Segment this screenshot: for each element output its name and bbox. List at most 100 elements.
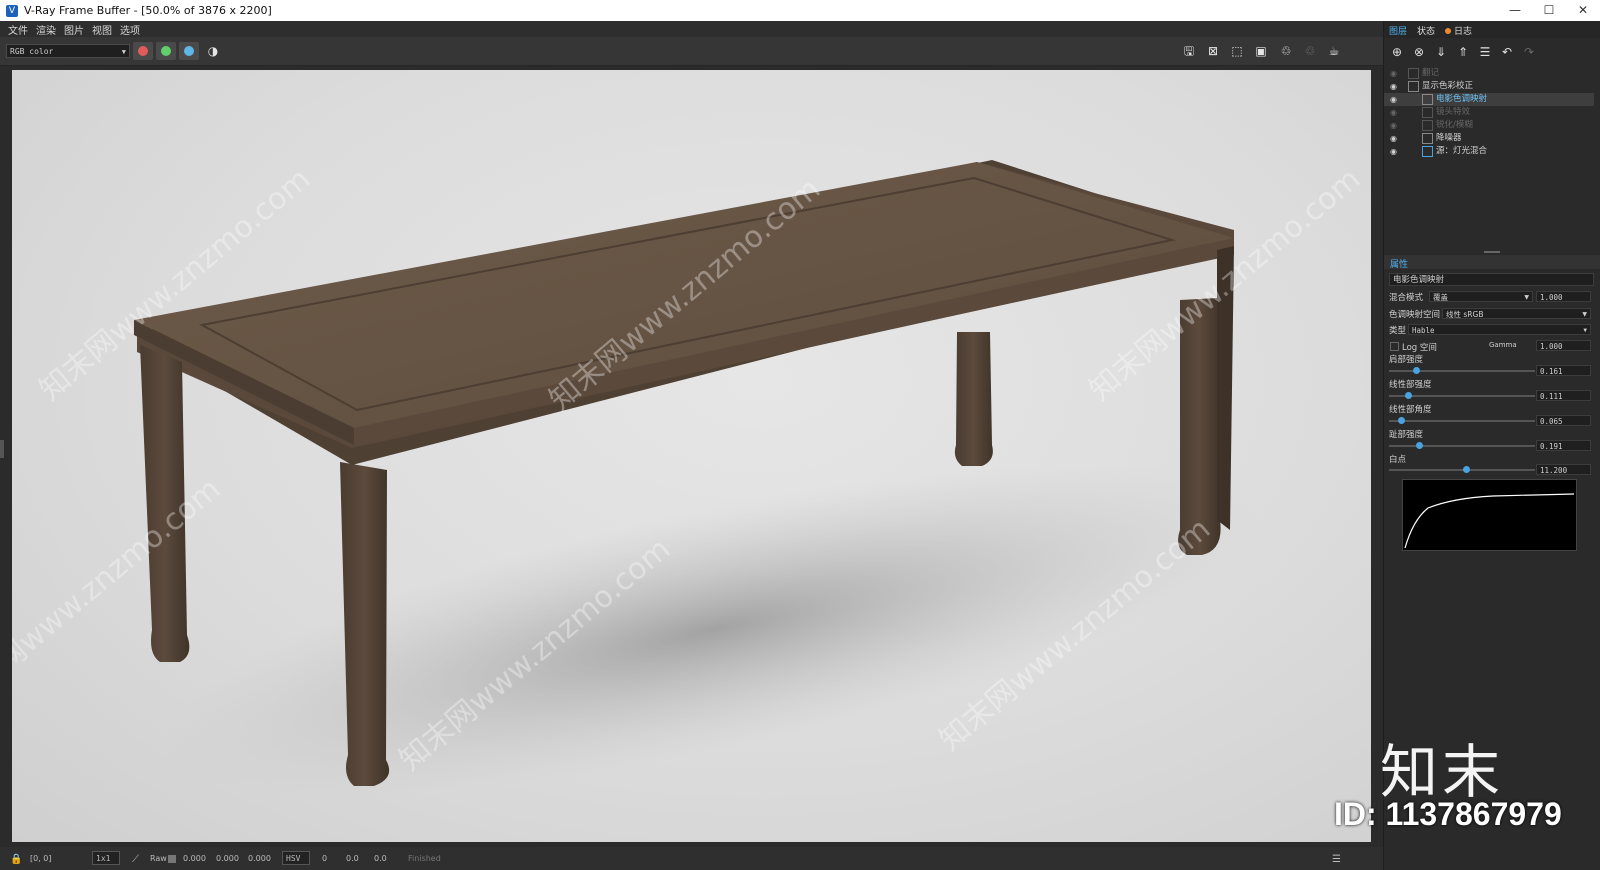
red-channel-button[interactable] [133, 42, 153, 60]
region-render-icon[interactable]: ⬚ [1229, 44, 1245, 58]
menu-render[interactable]: 渲染 [36, 22, 56, 37]
blend-mode-value: 覆盖 [1433, 293, 1448, 302]
linear-strength-field[interactable]: 0.111 [1536, 390, 1591, 401]
tone-space-select[interactable]: 线性 sRGB ▼ [1442, 308, 1591, 319]
redo-icon[interactable]: ↷ [1520, 45, 1538, 61]
save-image-icon[interactable]: 🖫 [1181, 44, 1197, 58]
toe-strength-field[interactable]: 0.191 [1536, 440, 1591, 451]
slider-knob[interactable] [1398, 417, 1405, 424]
alpha-channel-icon[interactable]: ◑ [205, 44, 221, 58]
stop-render-icon[interactable]: ♲ [1302, 44, 1318, 58]
slider-label: 趾部强度 [1389, 430, 1424, 440]
v-value: 0.0 [374, 854, 387, 863]
layer-row[interactable]: ◉ 降噪器 [1384, 132, 1594, 145]
visibility-eye-icon[interactable]: ◉ [1390, 145, 1400, 158]
layer-row[interactable]: ◉ 翻记 [1384, 67, 1594, 80]
layer-list: ◉ 翻记 ◉ 显示色彩校正 ◉ 电影色调映射 ◉ 镜头特效 ◉ 锐化/模糊 ◉ … [1384, 67, 1600, 217]
visibility-eye-icon[interactable]: ◉ [1390, 93, 1400, 106]
filmic-tonemap-icon [1422, 94, 1433, 105]
save-layers-icon[interactable]: ⇓ [1432, 45, 1450, 61]
layer-label: 电影色调映射 [1436, 94, 1488, 104]
close-button[interactable]: ✕ [1566, 0, 1600, 21]
toolbar: RGB color ▼ ◑ 🖫 ⊠ ⬚ ▣ ♲ ♲ ☕ [0, 37, 1383, 66]
white-point-field[interactable]: 11.200 [1536, 464, 1591, 475]
menu-image[interactable]: 图片 [64, 22, 84, 37]
shoulder-strength-slider[interactable] [1389, 367, 1535, 374]
layer-label: 降噪器 [1436, 133, 1462, 143]
layer-row[interactable]: ◉ 镜头特效 [1384, 106, 1594, 119]
zoom-select[interactable]: 1x1 [92, 851, 120, 865]
tab-layers[interactable]: 图层 [1384, 21, 1412, 38]
blend-mode-select[interactable]: 覆盖 ▼ [1429, 291, 1533, 302]
left-panel-handle[interactable] [0, 440, 4, 458]
slider-value: 11.200 [1540, 466, 1568, 475]
colorspace-value: HSV [286, 854, 301, 863]
tone-space-label: 色调映射空间 [1389, 310, 1441, 320]
slider-knob[interactable] [1416, 442, 1423, 449]
color-swatch [168, 855, 176, 863]
layer-label: 显示色彩校正 [1422, 81, 1474, 91]
visibility-eye-icon[interactable]: ◉ [1390, 106, 1400, 119]
slider-label: 白点 [1389, 455, 1407, 465]
blue-channel-button[interactable] [179, 42, 199, 60]
minimize-button[interactable]: — [1498, 0, 1532, 21]
raw-label: Raw [150, 854, 167, 863]
gamma-field[interactable]: 1.000 [1536, 340, 1591, 351]
tonemap-curve [1404, 493, 1575, 549]
type-select[interactable]: Hable ▼ [1408, 324, 1591, 335]
visibility-eye-icon[interactable]: ◉ [1390, 67, 1400, 80]
channel-select-value: RGB color [10, 47, 54, 56]
linear-angle-slider[interactable] [1389, 417, 1535, 424]
toe-strength-slider[interactable] [1389, 442, 1535, 449]
track-mouse-icon[interactable]: ▣ [1253, 44, 1269, 58]
delete-layer-icon[interactable]: ⊗ [1410, 45, 1428, 61]
visibility-eye-icon[interactable]: ◉ [1390, 80, 1400, 93]
tab-log[interactable]: 日志 [1440, 21, 1477, 38]
blend-amount-field[interactable]: 1.000 [1536, 291, 1591, 302]
type-value: Hable [1412, 326, 1435, 335]
undo-icon[interactable]: ↶ [1498, 45, 1516, 61]
color-corrections-icon[interactable]: ⟋ [132, 854, 139, 865]
layer-name-field[interactable]: 电影色调映射 [1389, 273, 1594, 286]
lock-icon[interactable]: 🔒 [10, 854, 22, 865]
chevron-down-icon: ▼ [1524, 294, 1529, 301]
layer-row[interactable]: ◉ 电影色调映射 [1384, 93, 1594, 106]
menu-options[interactable]: 选项 [120, 22, 140, 37]
menu-view[interactable]: 视图 [92, 22, 112, 37]
clear-image-icon[interactable]: ⊠ [1205, 44, 1221, 58]
properties-title: 属性 [1390, 260, 1409, 270]
slider-label: 线性部角度 [1389, 405, 1432, 415]
layer-presets-icon[interactable]: ☰ [1476, 45, 1494, 61]
layer-row[interactable]: ◉ 源：灯光混合 [1384, 145, 1594, 158]
render-interactive-icon[interactable]: ♲ [1278, 44, 1294, 58]
slider-knob[interactable] [1413, 367, 1420, 374]
slider-knob[interactable] [1405, 392, 1412, 399]
load-layers-icon[interactable]: ⇑ [1454, 45, 1472, 61]
panel-tabs: 图层 状态 日志 [1384, 21, 1600, 38]
shoulder-strength-field[interactable]: 0.161 [1536, 365, 1591, 376]
panel-splitter[interactable] [1484, 251, 1500, 253]
tonemap-curve-preview [1402, 479, 1577, 551]
slider-knob[interactable] [1463, 466, 1470, 473]
colorspace-select[interactable]: HSV [282, 851, 310, 865]
type-label: 类型 [1389, 326, 1407, 336]
menu-file[interactable]: 文件 [8, 22, 28, 37]
log-space-checkbox[interactable] [1390, 342, 1399, 351]
layer-row[interactable]: ◉ 锐化/模糊 [1384, 119, 1594, 132]
gamma-value: 1.000 [1540, 342, 1563, 351]
render-viewport[interactable]: 知末网www.znzmo.com 知末网www.znzmo.com 知末网www… [12, 70, 1371, 842]
maximize-button[interactable]: ☐ [1532, 0, 1566, 21]
green-channel-button[interactable] [156, 42, 176, 60]
visibility-eye-icon[interactable]: ◉ [1390, 119, 1400, 132]
layer-row[interactable]: ◉ 显示色彩校正 [1384, 80, 1594, 93]
toggle-panel-icon[interactable]: ☰ [1332, 854, 1341, 865]
tab-stats[interactable]: 状态 [1412, 21, 1440, 38]
add-layer-icon[interactable]: ⊕ [1388, 45, 1406, 61]
linear-strength-slider[interactable] [1389, 392, 1535, 399]
white-point-slider[interactable] [1389, 466, 1535, 473]
render-teapot-icon[interactable]: ☕ [1326, 44, 1342, 58]
visibility-eye-icon[interactable]: ◉ [1390, 132, 1400, 145]
channel-select[interactable]: RGB color ▼ [6, 44, 130, 58]
g-value: 0.000 [216, 854, 239, 863]
linear-angle-field[interactable]: 0.065 [1536, 415, 1591, 426]
